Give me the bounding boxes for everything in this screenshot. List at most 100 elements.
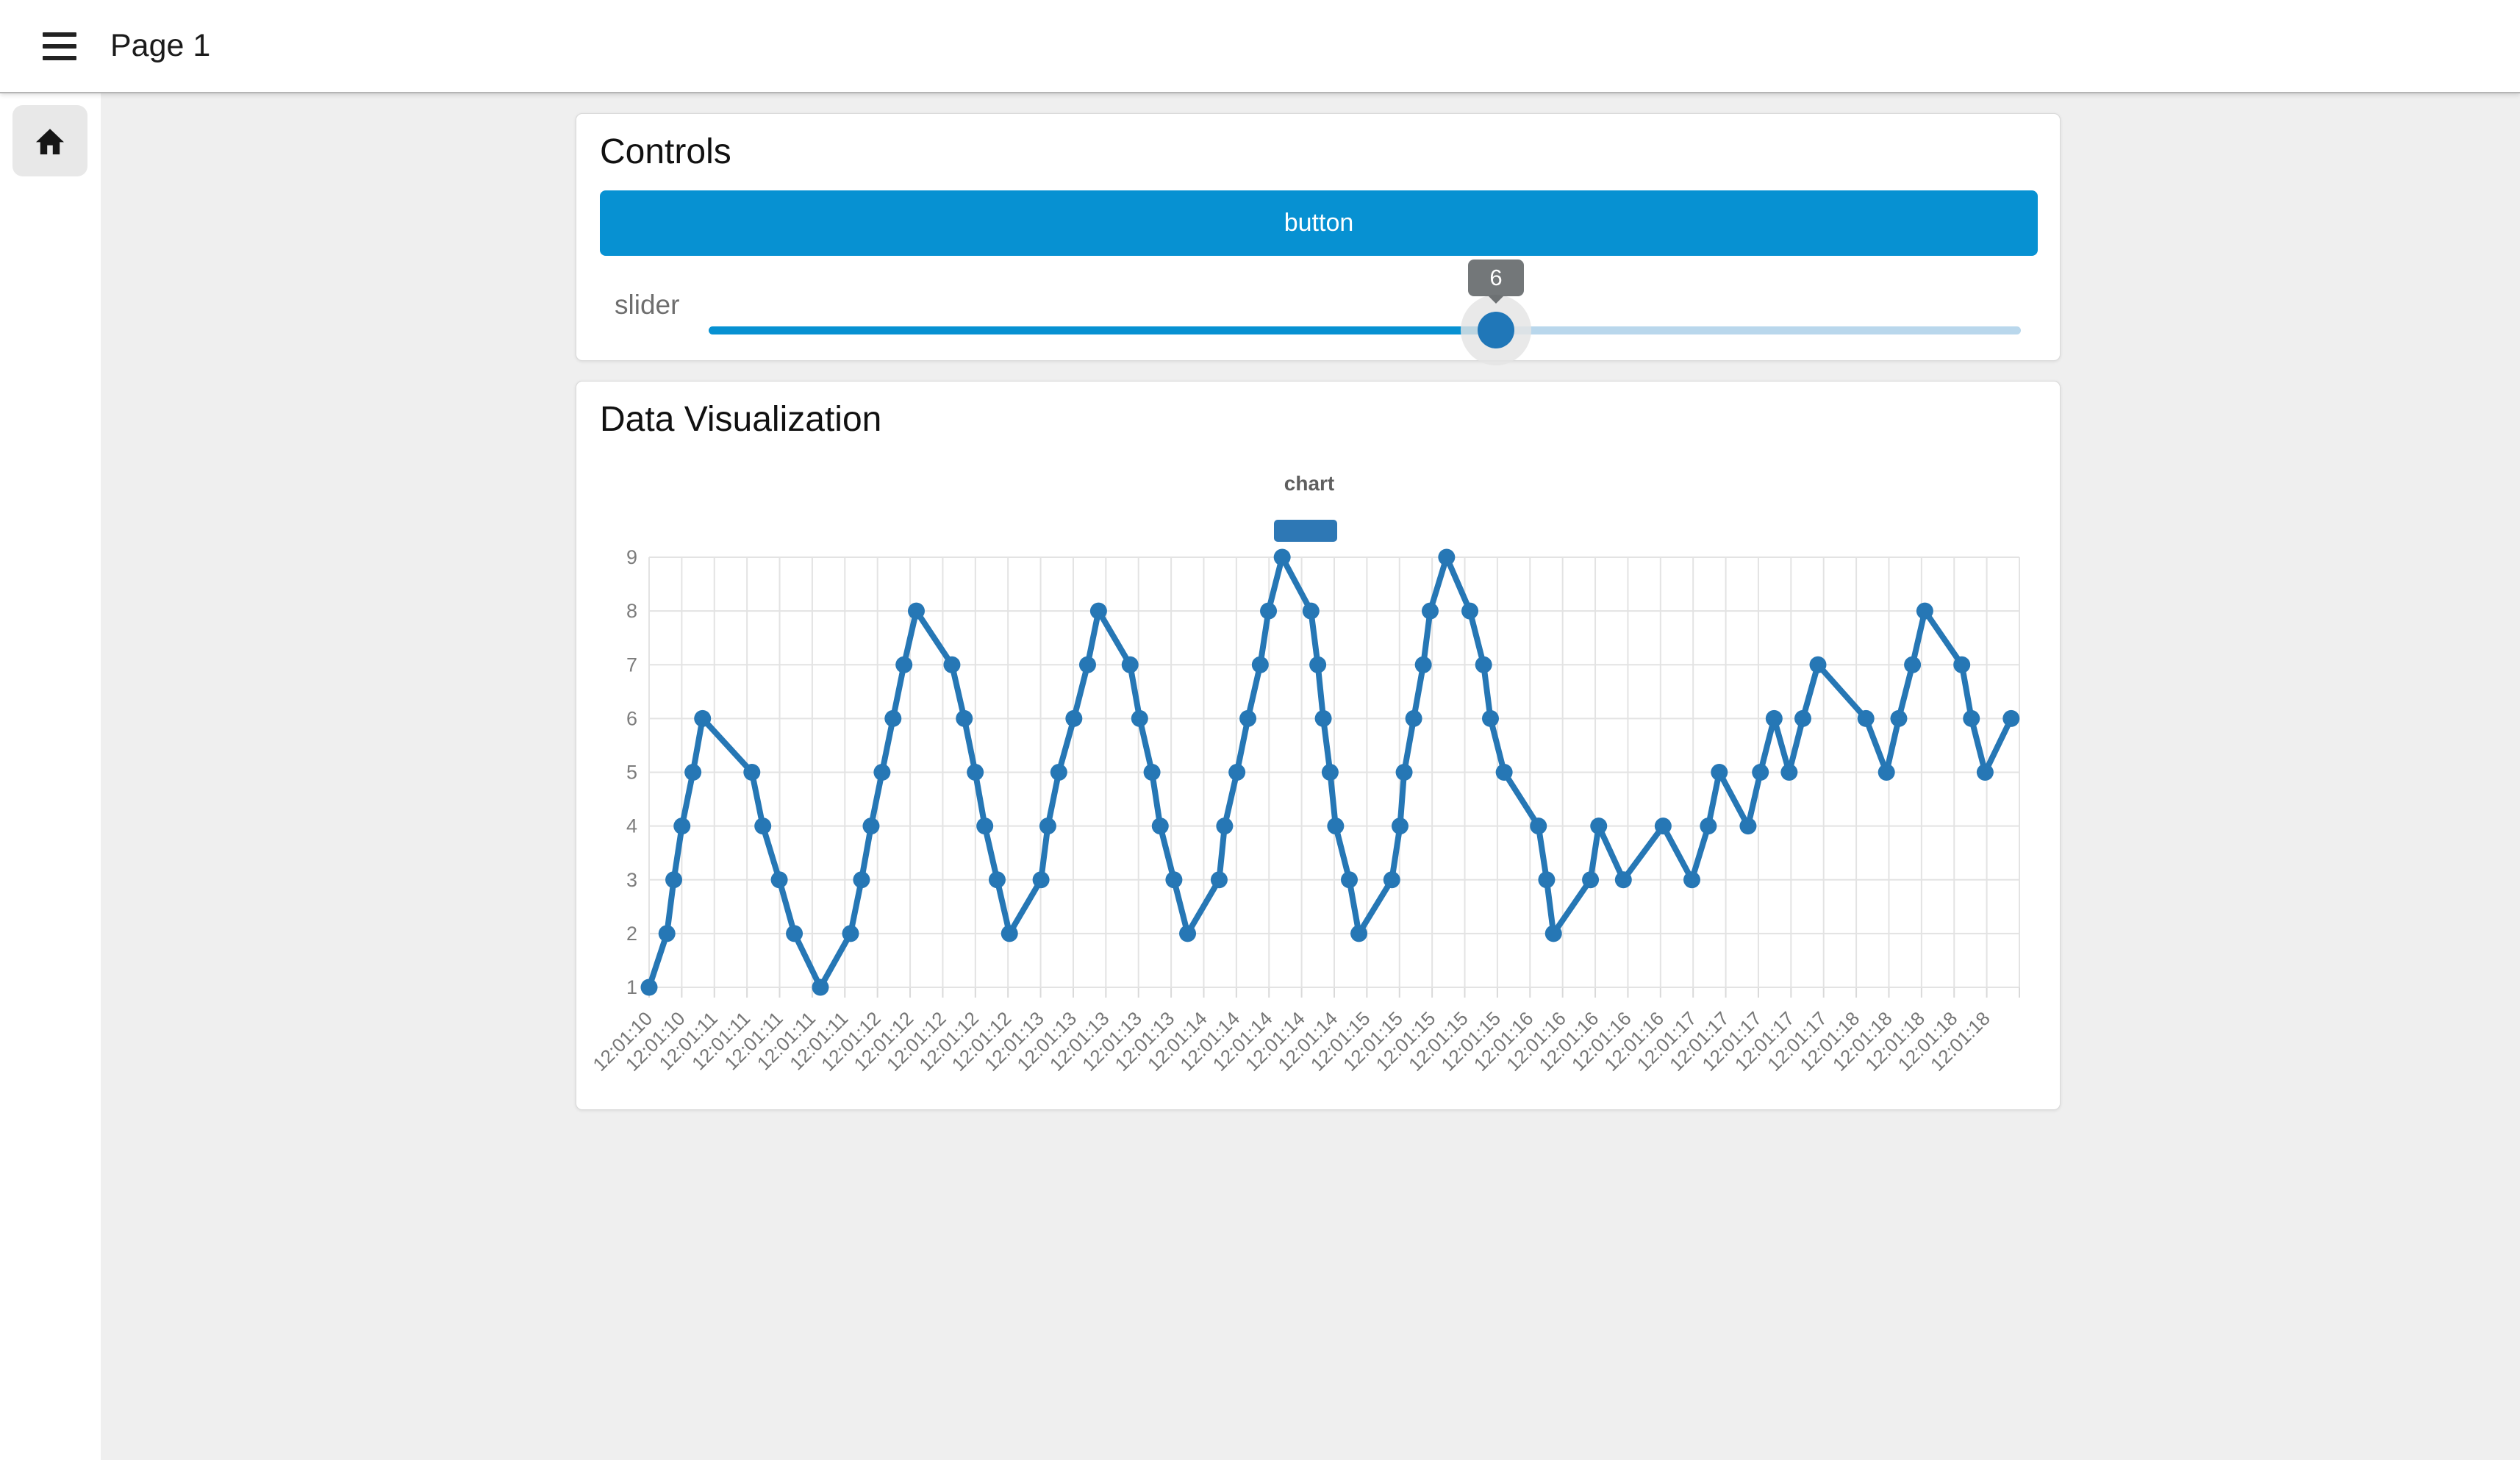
data-point [976, 817, 993, 834]
data-point [1530, 817, 1547, 834]
slider-fill [709, 326, 1496, 334]
data-point [1739, 817, 1756, 834]
y-axis-label: 6 [626, 707, 637, 729]
data-point [771, 871, 788, 888]
data-point [1001, 925, 1018, 942]
data-point [1274, 549, 1291, 566]
data-point [1309, 656, 1326, 673]
data-point [1977, 764, 1994, 781]
data-point [665, 871, 682, 888]
data-point [1211, 871, 1228, 888]
data-point [1461, 603, 1478, 620]
data-point [1590, 817, 1607, 834]
data-point [1039, 817, 1056, 834]
y-axis-label: 8 [626, 600, 637, 622]
data-point [1179, 925, 1196, 942]
action-button[interactable]: button [600, 190, 2038, 256]
data-point [1252, 656, 1269, 673]
chart-title: chart [1284, 472, 1334, 495]
data-point [1406, 710, 1422, 727]
data-point [1033, 871, 1050, 888]
data-point [1065, 710, 1082, 727]
data-point [812, 979, 829, 996]
data-point [1496, 764, 1513, 781]
y-axis-label: 7 [626, 654, 637, 676]
slider-handle[interactable] [1478, 312, 1514, 348]
hamburger-menu-icon[interactable] [43, 32, 76, 60]
data-point [1396, 764, 1413, 781]
data-point [1384, 871, 1400, 888]
data-point [1144, 764, 1161, 781]
data-point [873, 764, 890, 781]
data-point [1239, 710, 1256, 727]
data-point [694, 710, 711, 727]
data-point [1050, 764, 1067, 781]
data-point [1766, 710, 1783, 727]
data-point [1878, 764, 1895, 781]
data-point [754, 817, 771, 834]
data-point [1216, 817, 1233, 834]
data-point [1415, 656, 1432, 673]
top-navbar: Page 1 [0, 0, 2520, 93]
data-visualization-card: Data Visualization chart12:01:1012:01:10… [576, 381, 2061, 1110]
sidebar-item-home[interactable] [12, 105, 87, 176]
data-point [673, 817, 690, 834]
data-point [1422, 603, 1439, 620]
y-axis-label: 9 [626, 546, 637, 568]
data-point [908, 603, 925, 620]
controls-card-title: Controls [600, 132, 731, 172]
line-chart: chart12:01:1012:01:1012:01:1112:01:1112:… [576, 382, 2061, 1111]
data-point [895, 656, 912, 673]
data-point [956, 710, 973, 727]
data-point [1582, 871, 1599, 888]
data-point [1711, 764, 1728, 781]
data-point [1482, 710, 1499, 727]
data-point [1858, 710, 1875, 727]
data-point [1350, 925, 1367, 942]
data-point [1780, 764, 1797, 781]
data-point [1303, 603, 1320, 620]
data-point [1228, 764, 1245, 781]
data-point [1809, 656, 1826, 673]
data-point [1890, 710, 1907, 727]
data-point [1322, 764, 1339, 781]
data-point [1916, 603, 1933, 620]
legend-swatch[interactable] [1274, 520, 1337, 542]
data-point [1683, 871, 1700, 888]
data-point [1152, 817, 1169, 834]
data-point [1327, 817, 1344, 834]
data-point [2002, 710, 2019, 727]
y-axis-label: 4 [626, 815, 637, 837]
slider-track[interactable]: 6 [709, 326, 2021, 334]
slider-value-tooltip: 6 [1468, 260, 1524, 296]
data-point [1953, 656, 1970, 673]
data-point [1090, 603, 1107, 620]
data-point [1122, 656, 1139, 673]
data-point [943, 656, 960, 673]
data-point [1315, 710, 1332, 727]
y-axis-label: 2 [626, 923, 637, 945]
data-point [684, 764, 701, 781]
data-point [1131, 710, 1148, 727]
main-content: Controls button slider 6 Data Visualizat… [101, 93, 2520, 1460]
data-point [1438, 549, 1455, 566]
data-point [1700, 817, 1717, 834]
slider-label: slider [615, 290, 679, 321]
data-point [853, 871, 870, 888]
data-point [1392, 817, 1408, 834]
data-point [967, 764, 984, 781]
data-point [786, 925, 803, 942]
y-axis-label: 3 [626, 869, 637, 891]
data-point [743, 764, 760, 781]
data-point [1545, 925, 1562, 942]
sidebar [0, 93, 101, 1460]
data-point [1615, 871, 1632, 888]
slider-row: slider 6 [576, 256, 2061, 351]
data-point [862, 817, 879, 834]
data-point [1655, 817, 1672, 834]
data-point [659, 925, 676, 942]
data-point [989, 871, 1006, 888]
y-axis-label: 1 [626, 976, 637, 998]
data-point [1752, 764, 1769, 781]
data-point [842, 925, 859, 942]
